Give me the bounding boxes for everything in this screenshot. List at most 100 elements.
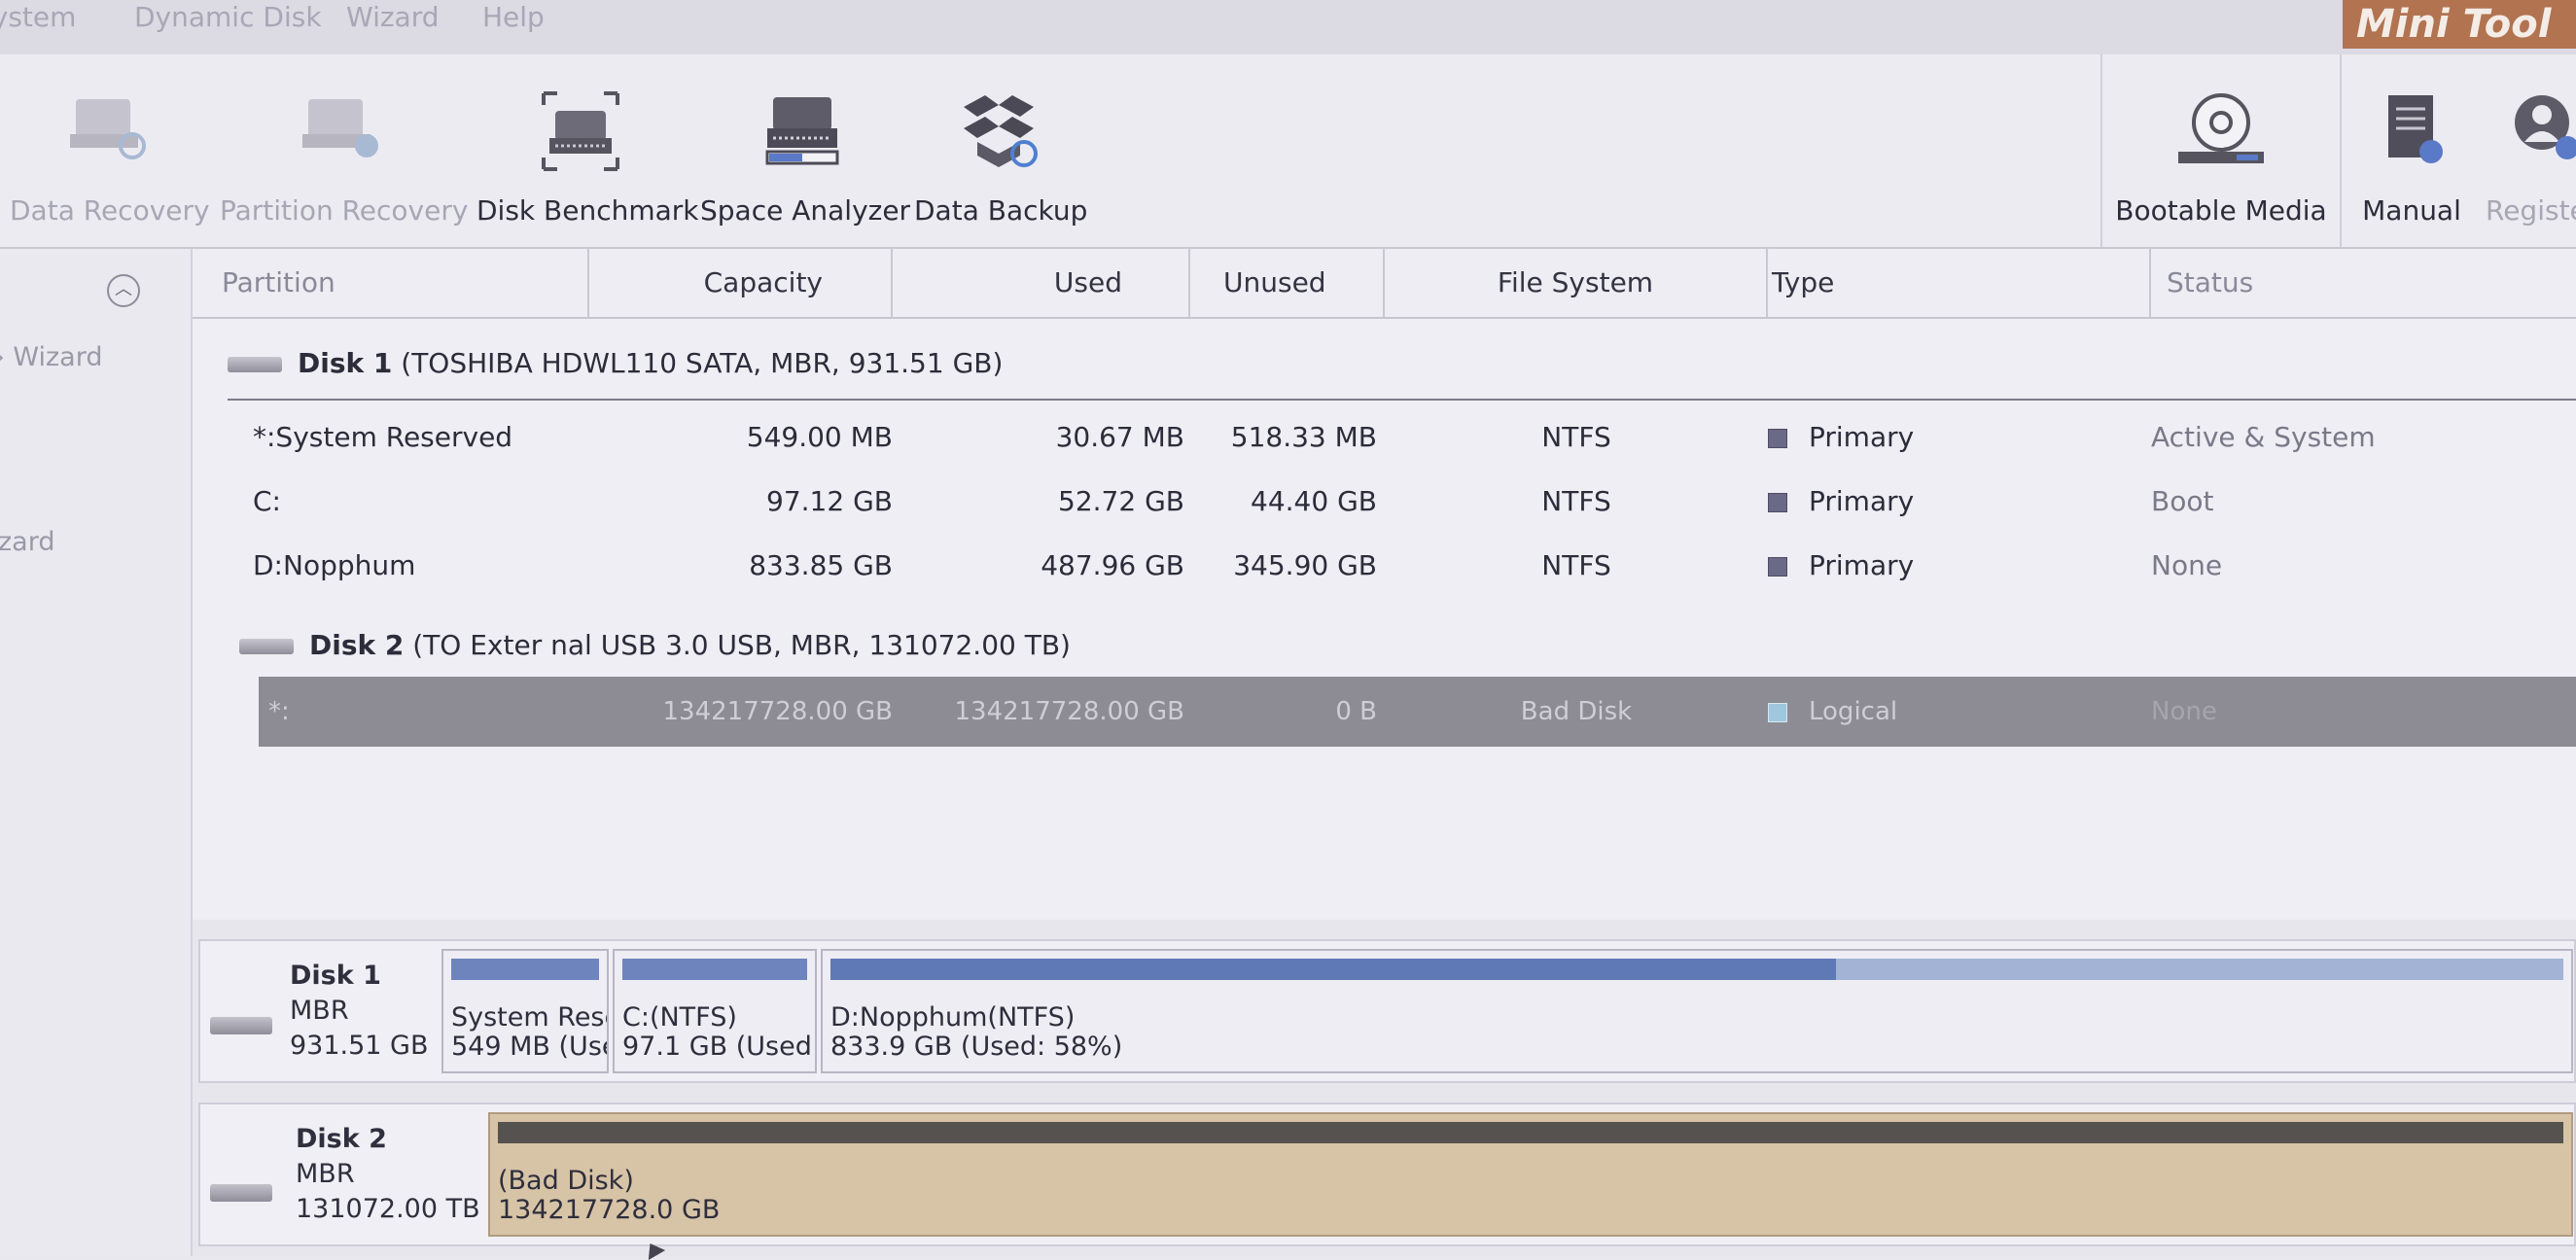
data-recovery-icon xyxy=(70,99,146,159)
disk-map-row-disk2[interactable]: Disk 2 MBR 131072.00 TB (Bad Disk) 134217… xyxy=(198,1102,2576,1246)
data-recovery-button[interactable]: Data Recovery xyxy=(10,54,210,247)
cell-status: Active & System xyxy=(2151,421,2376,453)
bootable-media-label: Bootable Media xyxy=(2115,194,2327,227)
column-file-system[interactable]: File System xyxy=(1385,249,1768,317)
disk-benchmark-button[interactable]: Disk Benchmark xyxy=(476,54,699,247)
cell-file-system: NTFS xyxy=(1541,549,1611,581)
data-backup-icon xyxy=(964,95,1038,167)
cell-status: None xyxy=(2151,549,2223,581)
brand-logo: Mini Tool xyxy=(2343,0,2576,49)
usage-bar xyxy=(451,959,599,980)
column-capacity[interactable]: Capacity xyxy=(589,249,893,317)
partition-block-text: D:Nopphum(NTFS) 833.9 GB (Used: 58%) xyxy=(830,1002,1123,1062)
partition-block-text: (Bad Disk) 134217728.0 GB xyxy=(498,1166,721,1225)
menu-wizard[interactable]: Wizard xyxy=(346,0,440,35)
partition-block-d[interactable]: D:Nopphum(NTFS) 833.9 GB (Used: 58%) xyxy=(821,949,2573,1073)
cell-file-system: Bad Disk xyxy=(1520,697,1633,726)
menu-system[interactable]: System xyxy=(0,0,76,35)
manual-label: Manual xyxy=(2362,194,2461,227)
table-row-selected[interactable]: *: 134217728.00 GB 134217728.00 GB 0 B B… xyxy=(259,677,2576,747)
primary-square-icon xyxy=(1768,557,1787,577)
hard-disk-icon xyxy=(239,639,294,654)
partition-block-c[interactable]: C:(NTFS) 97.1 GB (Used: xyxy=(613,949,817,1073)
hard-disk-icon xyxy=(210,1184,272,1202)
cell-type: Primary xyxy=(1768,472,1914,531)
menu-dynamic-disk[interactable]: Dynamic Disk xyxy=(134,0,322,35)
toolbar-separator xyxy=(2100,54,2102,247)
disk-map: Disk 1 MBR 931.51 GB System Rese 549 MB (… xyxy=(193,920,2576,1256)
cell-status: Boot xyxy=(2151,485,2214,517)
manual-icon xyxy=(2388,95,2443,163)
cell-partition: *: xyxy=(268,697,290,726)
cell-file-system: NTFS xyxy=(1541,485,1611,517)
cell-unused: 518.33 MB xyxy=(1230,421,1377,453)
logical-square-icon xyxy=(1768,702,1787,722)
disk2-map-label: Disk 2 MBR 131072.00 TB xyxy=(296,1124,480,1224)
data-backup-button[interactable]: Data Backup xyxy=(914,54,1088,247)
primary-square-icon xyxy=(1768,493,1787,512)
column-status[interactable]: Status xyxy=(2151,249,2576,317)
table-header: Partition Capacity Used Unused File Syst… xyxy=(193,249,2576,319)
register-button[interactable]: Register xyxy=(2478,54,2576,247)
space-analyzer-label: Space Analyzer xyxy=(700,194,911,227)
column-used[interactable]: Used xyxy=(893,249,1190,317)
partition-block-bad-disk[interactable]: (Bad Disk) 134217728.0 GB xyxy=(488,1112,2573,1237)
bootable-media-button[interactable]: Bootable Media xyxy=(2106,54,2336,247)
cell-status: None xyxy=(2151,697,2217,726)
cell-capacity: 134217728.00 GB xyxy=(662,697,893,726)
cell-unused: 44.40 GB xyxy=(1251,485,1377,517)
cell-used: 134217728.00 GB xyxy=(954,697,1184,726)
cell-partition: C: xyxy=(253,485,281,517)
column-type[interactable]: Type xyxy=(1768,249,2151,317)
partition-recovery-button[interactable]: Partition Recovery xyxy=(220,54,469,247)
space-analyzer-button[interactable]: Space Analyzer xyxy=(700,54,911,247)
usage-bar-fill xyxy=(830,959,1836,980)
left-wizard-link[interactable]: › Wizard xyxy=(0,342,102,372)
partition-table: Partition Capacity Used Unused File Syst… xyxy=(193,249,2576,920)
cell-capacity: 549.00 MB xyxy=(746,421,893,453)
partition-recovery-label: Partition Recovery xyxy=(220,194,469,227)
partition-block-text: System Rese 549 MB (Use xyxy=(451,1002,609,1062)
cell-type: Primary xyxy=(1768,408,1914,467)
usage-bar-track xyxy=(830,959,2563,980)
disk-benchmark-icon xyxy=(542,91,619,171)
disk-benchmark-label: Disk Benchmark xyxy=(476,194,699,227)
toolbar-separator xyxy=(2340,54,2342,247)
data-backup-label: Data Backup xyxy=(914,194,1088,227)
usage-bar xyxy=(622,959,807,980)
cell-used: 30.67 MB xyxy=(1055,421,1184,453)
register-label: Register xyxy=(2486,194,2576,227)
cell-partition: D:Nopphum xyxy=(253,549,416,581)
cell-used: 487.96 GB xyxy=(1041,549,1184,581)
space-analyzer-icon xyxy=(765,97,839,165)
menu-bar: System Dynamic Disk Wizard Help Mini Too… xyxy=(0,0,2576,54)
cell-partition: *:System Reserved xyxy=(253,421,513,453)
column-partition[interactable]: Partition xyxy=(193,249,589,317)
disk1-map-label: Disk 1 MBR 931.51 GB xyxy=(290,961,429,1061)
partition-block-system-reserved[interactable]: System Rese 549 MB (Use xyxy=(441,949,609,1073)
hard-disk-icon xyxy=(228,357,282,372)
toolbar: Data Recovery Partition Recovery Disk Be… xyxy=(0,54,2576,249)
cell-type: Logical xyxy=(1768,677,1897,747)
menu-help[interactable]: Help xyxy=(482,0,545,35)
cell-unused: 0 B xyxy=(1335,697,1377,726)
cell-type: Primary xyxy=(1768,537,1914,595)
disk2-header[interactable]: Disk 2 (TO Exter nal USB 3.0 USB, MBR, 1… xyxy=(239,616,1071,675)
disk-map-row-disk1[interactable]: Disk 1 MBR 931.51 GB System Rese 549 MB (… xyxy=(198,939,2576,1083)
register-icon xyxy=(2515,95,2576,159)
collapse-chevron-icon[interactable]: ︿ xyxy=(107,274,140,307)
column-unused[interactable]: Unused xyxy=(1190,249,1385,317)
cell-capacity: 833.85 GB xyxy=(749,549,893,581)
disk1-underline xyxy=(228,399,2576,401)
cell-used: 52.72 GB xyxy=(1058,485,1184,517)
disk1-header[interactable]: Disk 1 (TOSHIBA HDWL110 SATA, MBR, 931.5… xyxy=(228,334,1003,393)
cell-file-system: NTFS xyxy=(1541,421,1611,453)
data-recovery-label: Data Recovery xyxy=(10,194,210,227)
left-action-pane: ︿ › Wizard zard xyxy=(0,249,193,1256)
cell-unused: 345.90 GB xyxy=(1233,549,1377,581)
partition-recovery-icon xyxy=(302,99,378,158)
left-wizard-link-2[interactable]: zard xyxy=(0,527,54,557)
bootable-media-icon xyxy=(2178,93,2264,163)
primary-square-icon xyxy=(1768,429,1787,448)
manual-button[interactable]: Manual xyxy=(2353,54,2470,247)
